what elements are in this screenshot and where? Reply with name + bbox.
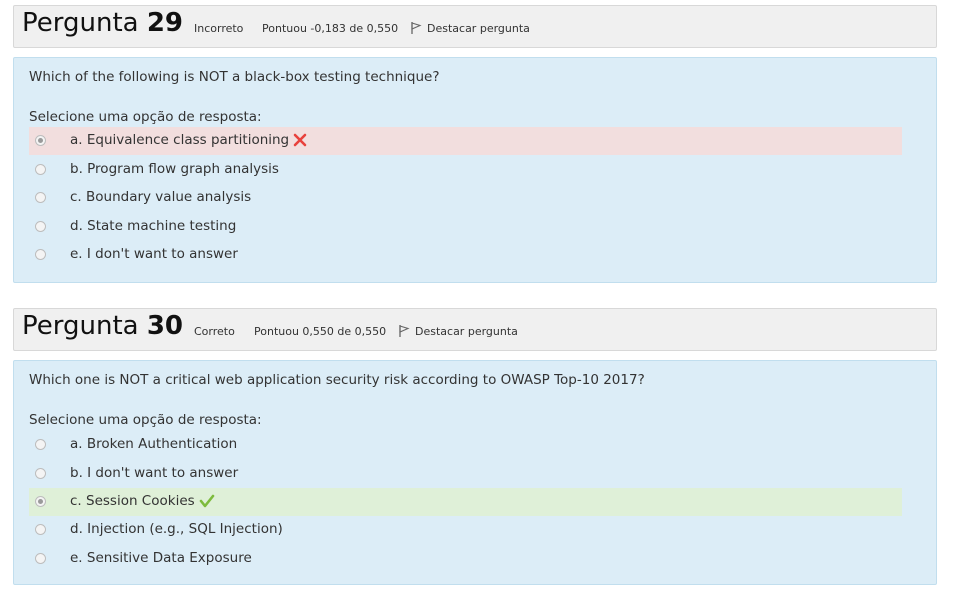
answer-label: d. Injection (e.g., SQL Injection): [70, 521, 283, 537]
answer-option-a[interactable]: a. Equivalence class partitioning: [29, 127, 902, 155]
radio-button[interactable]: [35, 164, 46, 175]
answer-prompt: Selecione uma opção de resposta:: [29, 109, 262, 125]
question-30-header: Pergunta 30 Correto Pontuou 0,550 de 0,5…: [13, 308, 937, 351]
flag-icon: [398, 324, 410, 338]
question-text: Which of the following is NOT a black-bo…: [29, 69, 440, 85]
answer-label: c. Session Cookies: [70, 493, 215, 509]
flag-question-link[interactable]: Destacar pergunta: [398, 324, 518, 338]
answer-option-e[interactable]: e. Sensitive Data Exposure: [29, 545, 902, 573]
answer-option-b[interactable]: b. I don't want to answer: [29, 460, 902, 488]
answer-label: b. Program flow graph analysis: [70, 161, 279, 177]
radio-button[interactable]: [35, 192, 46, 203]
answer-option-e[interactable]: e. I don't want to answer: [29, 241, 902, 269]
question-title: Pergunta 29: [22, 8, 183, 38]
answer-label: e. Sensitive Data Exposure: [70, 550, 252, 566]
radio-button[interactable]: [35, 553, 46, 564]
answer-option-d[interactable]: d. State machine testing: [29, 213, 902, 241]
answer-option-c[interactable]: c. Boundary value analysis: [29, 184, 902, 212]
radio-button[interactable]: [35, 439, 46, 450]
answer-label: d. State machine testing: [70, 218, 237, 234]
cross-icon: [293, 133, 307, 147]
radio-button[interactable]: [35, 524, 46, 535]
answer-label: c. Boundary value analysis: [70, 189, 252, 205]
question-30-body: Which one is NOT a critical web applicat…: [13, 360, 937, 585]
answer-prompt: Selecione uma opção de resposta:: [29, 412, 262, 428]
answer-text: c. Session Cookies: [70, 493, 195, 509]
question-status: Correto: [194, 325, 235, 338]
question-title-word: Pergunta: [22, 8, 139, 38]
question-number: 30: [146, 311, 184, 341]
question-29-body: Which of the following is NOT a black-bo…: [13, 57, 937, 283]
question-title-word: Pergunta: [22, 311, 139, 341]
answer-label: a. Broken Authentication: [70, 436, 238, 452]
question-score: Pontuou 0,550 de 0,550: [254, 325, 387, 338]
answer-option-d[interactable]: d. Injection (e.g., SQL Injection): [29, 516, 902, 544]
answer-text: a. Equivalence class partitioning: [70, 132, 290, 148]
flag-label: Destacar pergunta: [415, 324, 518, 338]
answer-label: b. I don't want to answer: [70, 465, 239, 481]
radio-button[interactable]: [35, 468, 46, 479]
flag-label: Destacar pergunta: [427, 21, 530, 35]
answer-option-c[interactable]: c. Session Cookies: [29, 488, 902, 516]
question-29-header: Pergunta 29 Incorreto Pontuou -0,183 de …: [13, 5, 937, 48]
flag-question-link[interactable]: Destacar pergunta: [410, 21, 530, 35]
question-status: Incorreto: [194, 22, 244, 35]
checkmark-icon: [199, 494, 215, 508]
question-title: Pergunta 30: [22, 311, 183, 341]
question-number: 29: [146, 8, 184, 38]
answer-label: e. I don't want to answer: [70, 246, 238, 262]
answer-option-a[interactable]: a. Broken Authentication: [29, 431, 902, 459]
radio-button[interactable]: [35, 249, 46, 260]
answer-option-b[interactable]: b. Program flow graph analysis: [29, 156, 902, 184]
question-text: Which one is NOT a critical web applicat…: [29, 372, 645, 388]
radio-button[interactable]: [35, 135, 46, 146]
answer-label: a. Equivalence class partitioning: [70, 132, 307, 148]
question-score: Pontuou -0,183 de 0,550: [262, 22, 399, 35]
flag-icon: [410, 21, 422, 35]
radio-button[interactable]: [35, 496, 46, 507]
radio-button[interactable]: [35, 221, 46, 232]
